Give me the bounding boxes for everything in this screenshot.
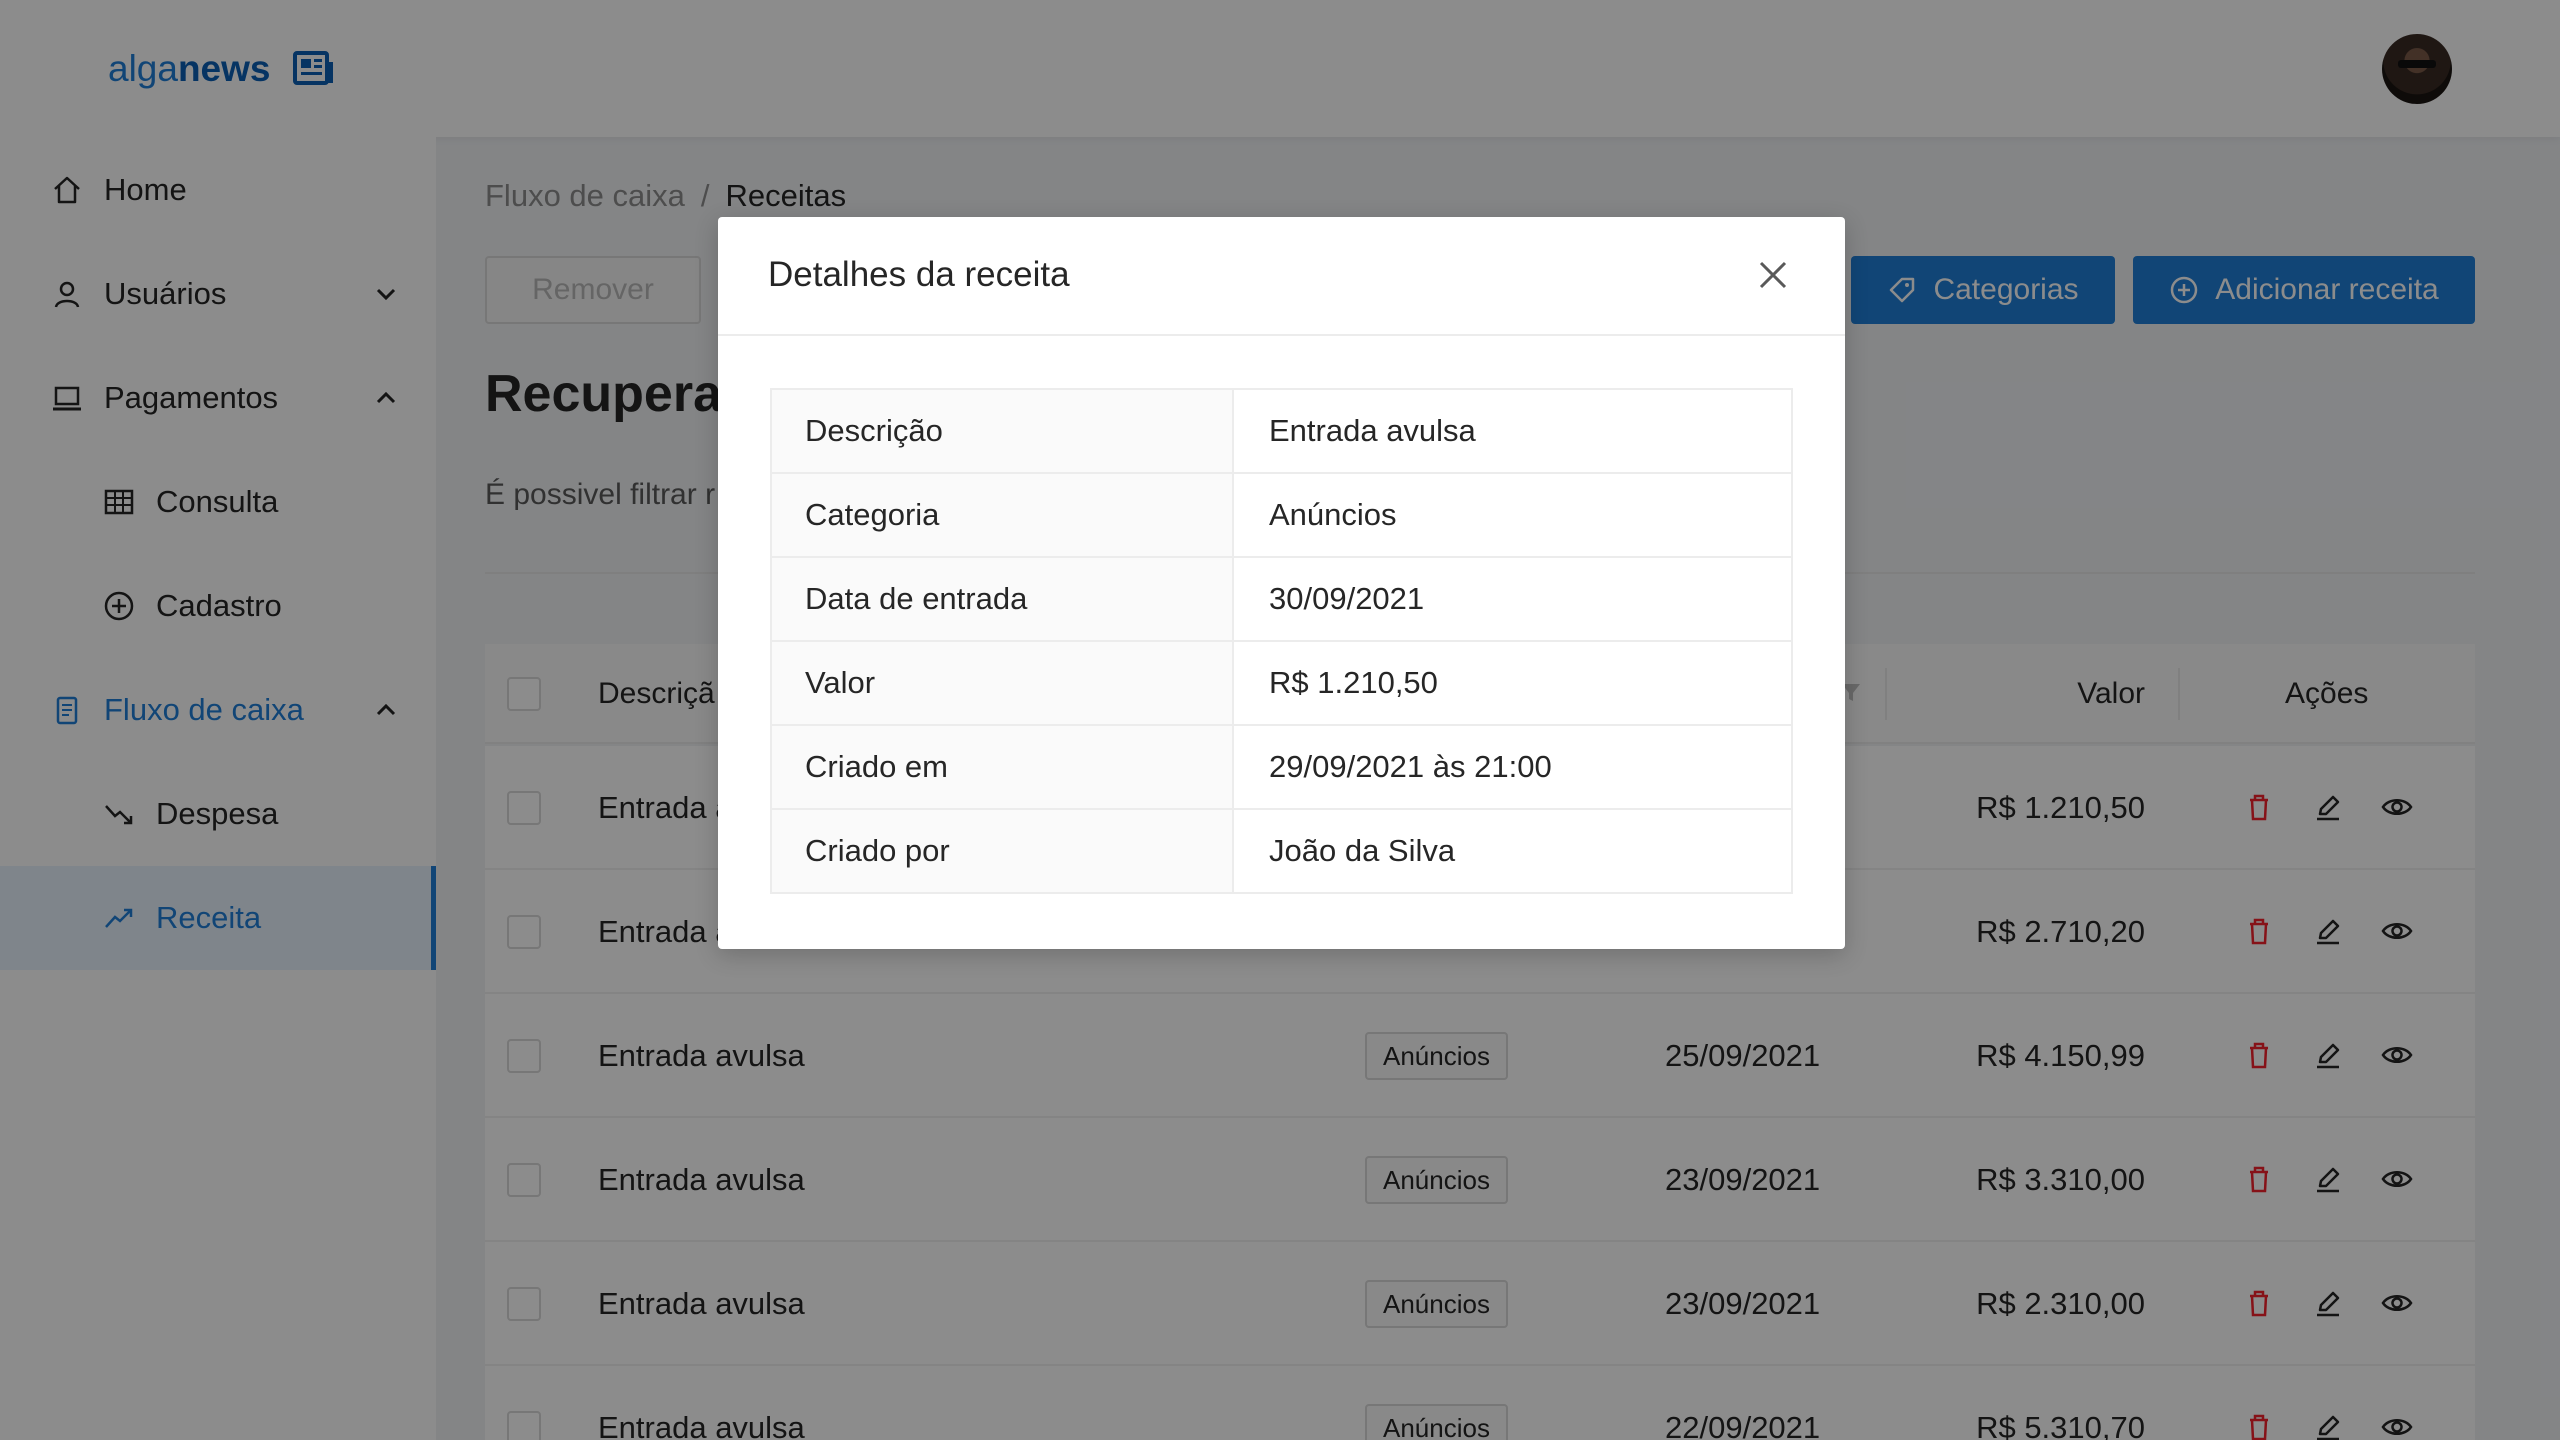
detail-row: Criado por João da Silva <box>770 808 1793 894</box>
detail-value: 29/09/2021 às 21:00 <box>1232 724 1793 810</box>
detail-key: Descrição <box>770 388 1234 474</box>
modal-title: Detalhes da receita <box>768 255 1070 294</box>
detail-row: Criado em 29/09/2021 às 21:00 <box>770 724 1793 810</box>
detail-row: Valor R$ 1.210,50 <box>770 640 1793 726</box>
detail-row: Categoria Anúncios <box>770 472 1793 558</box>
detail-value: 30/09/2021 <box>1232 556 1793 642</box>
detail-value: Anúncios <box>1232 472 1793 558</box>
close-icon[interactable] <box>1753 255 1793 295</box>
detail-value: João da Silva <box>1232 808 1793 894</box>
detail-value: R$ 1.210,50 <box>1232 640 1793 726</box>
modal-header: Detalhes da receita <box>718 217 1845 336</box>
details-table: Descrição Entrada avulsa Categoria Anúncio… <box>770 388 1793 894</box>
detail-key: Criado por <box>770 808 1234 894</box>
details-modal: Detalhes da receita Descrição Entrada avu… <box>718 217 1845 949</box>
detail-value: Entrada avulsa <box>1232 388 1793 474</box>
detail-key: Categoria <box>770 472 1234 558</box>
detail-key: Data de entrada <box>770 556 1234 642</box>
detail-key: Criado em <box>770 724 1234 810</box>
detail-row: Data de entrada 30/09/2021 <box>770 556 1793 642</box>
detail-key: Valor <box>770 640 1234 726</box>
detail-row: Descrição Entrada avulsa <box>770 388 1793 474</box>
